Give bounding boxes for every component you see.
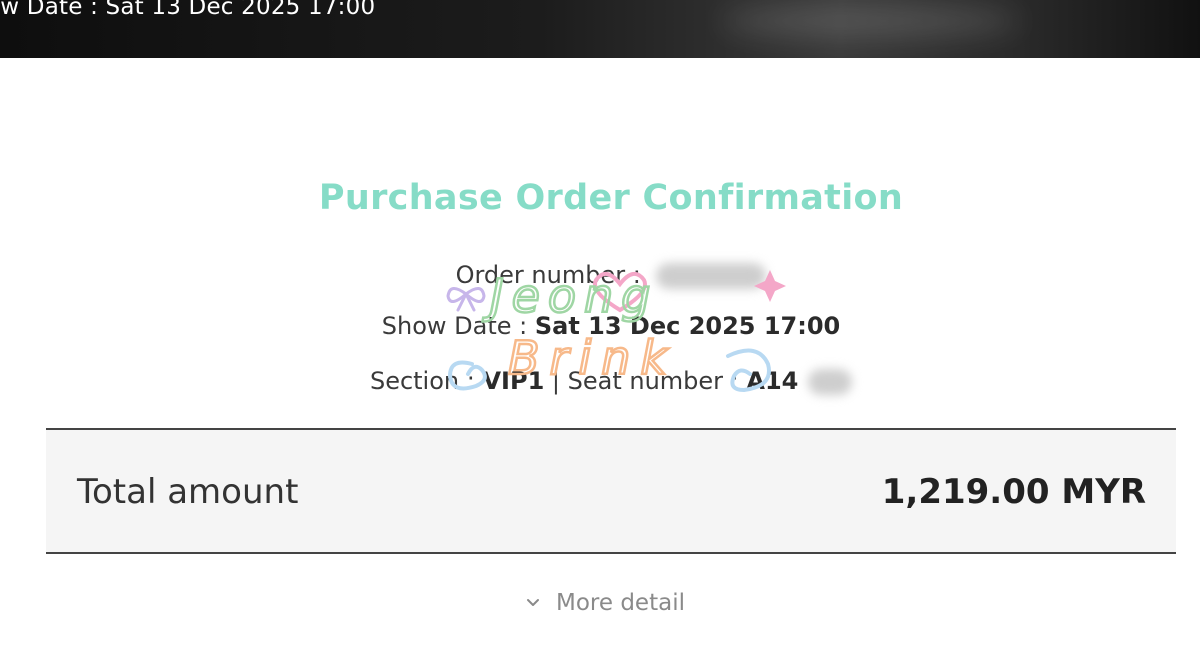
seat-label: | Seat number : bbox=[551, 367, 739, 395]
total-amount-label: Total amount bbox=[77, 472, 299, 512]
bow-icon bbox=[446, 287, 486, 312]
section-label: Section : bbox=[369, 367, 475, 395]
top-banner: ow Date : Sat 13 Dec 2025 17:00 bbox=[0, 0, 1200, 58]
banner-text: ow Date : Sat 13 Dec 2025 17:00 bbox=[0, 0, 376, 20]
total-amount-bar: Total amount 1,219.00 MYR bbox=[46, 428, 1176, 554]
show-date-label: Show Date : bbox=[381, 312, 528, 340]
seat-row: Section : VIP1 | Seat number : A14 bbox=[0, 367, 1200, 395]
order-number-row: Order number : bbox=[0, 261, 1200, 289]
order-number-label: Order number : bbox=[455, 261, 641, 289]
more-detail-toggle[interactable]: More detail bbox=[522, 586, 685, 620]
redacted-order-number bbox=[656, 263, 767, 289]
show-date-value: Sat 13 Dec 2025 17:00 bbox=[534, 312, 841, 340]
chevron-down-icon bbox=[527, 599, 539, 606]
show-date-row: Show Date : Sat 13 Dec 2025 17:00 bbox=[0, 312, 1200, 340]
page-title: Purchase Order Confirmation bbox=[318, 178, 904, 218]
seat-value: A14 bbox=[746, 367, 799, 395]
banner-blur bbox=[720, 6, 1020, 36]
redacted-seat bbox=[808, 369, 853, 395]
more-detail-label: More detail bbox=[556, 590, 685, 616]
section-value: VIP1 bbox=[482, 367, 545, 395]
total-amount-value: 1,219.00 MYR bbox=[881, 472, 1146, 512]
